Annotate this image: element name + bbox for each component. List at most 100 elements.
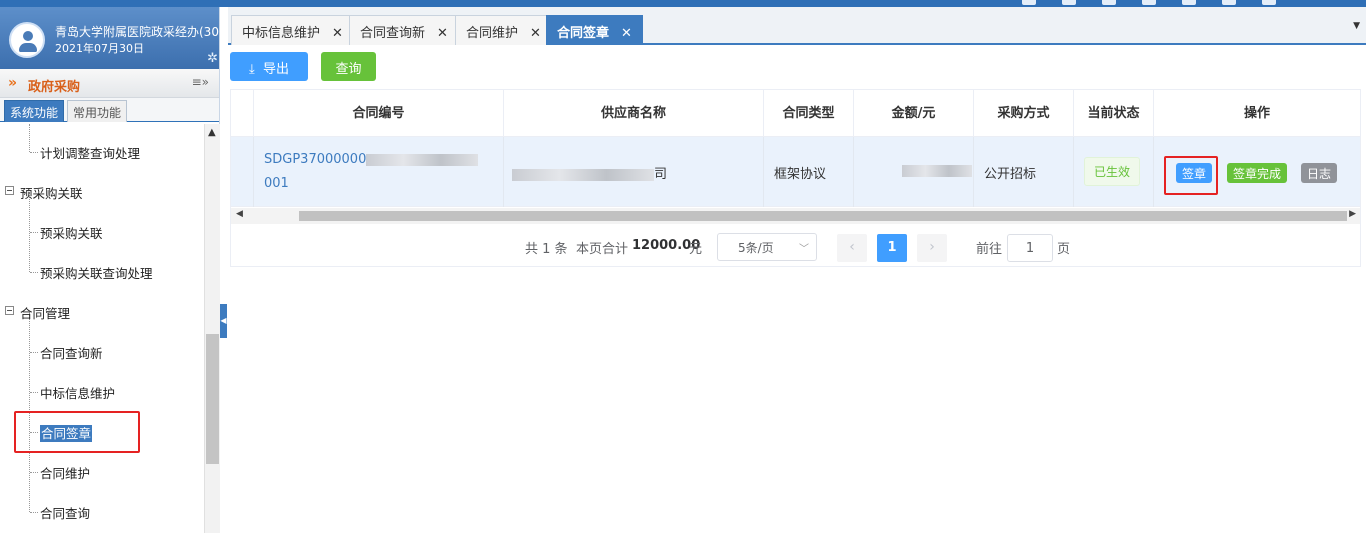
- contract-no: SDGP37000000: [264, 152, 367, 167]
- tab-label: 合同签章: [557, 26, 610, 41]
- tree-item-contract-query[interactable]: 合同查询: [40, 503, 90, 522]
- page-number-button[interactable]: 1: [877, 234, 907, 262]
- toolbar-icon[interactable]: [1102, 0, 1116, 5]
- tree-line: [30, 152, 38, 153]
- supplier-cell: 司: [504, 137, 764, 207]
- toolbar: ⤓ 导出 查询: [228, 45, 1366, 89]
- tab-label: 合同查询新: [360, 26, 426, 41]
- select-all-checkbox[interactable]: [231, 90, 254, 137]
- status-badge: 已生效: [1084, 157, 1141, 186]
- function-tree: 计划调整查询处理 预采购关联 预采购关联 预采购关联查询处理 合同管理 合同查询…: [0, 124, 205, 533]
- tree-item-plan-adjust[interactable]: 计划调整查询处理: [40, 143, 140, 162]
- collapse-sidebar-icon[interactable]: ◀: [220, 304, 227, 338]
- tree-item-pre-purchase-query[interactable]: 预采购关联查询处理: [40, 263, 153, 282]
- actions-cell: 签章 签章完成 日志: [1154, 137, 1360, 207]
- scroll-left-icon[interactable]: ◀: [236, 209, 243, 219]
- org-name: 青岛大学附属医院政采经办(300: [55, 25, 219, 39]
- toolbar-icon[interactable]: [1022, 0, 1036, 5]
- table-header: 合同编号 供应商名称 合同类型 金额/元 采购方式 当前状态 操作: [231, 90, 1360, 137]
- download-icon: ⤓: [248, 62, 255, 77]
- tree-line: [29, 124, 30, 152]
- purchase-method: 公开招标: [984, 167, 1037, 182]
- goto-unit: 页: [1057, 242, 1071, 257]
- user-avatar-icon: [9, 22, 45, 58]
- tree-item-pre-purchase[interactable]: 预采购关联: [40, 223, 103, 242]
- col-contract-no: 合同编号: [254, 90, 504, 137]
- query-button[interactable]: 查询: [321, 52, 376, 81]
- status-cell: 已生效: [1074, 137, 1154, 207]
- scrollbar-thumb[interactable]: [299, 211, 1347, 221]
- chevron-down-icon: ﹀: [799, 244, 809, 255]
- tree-item-contract-query-new[interactable]: 合同查询新: [40, 343, 103, 362]
- page-size-value: 5条/页: [738, 241, 774, 255]
- collapse-icon[interactable]: [5, 306, 14, 315]
- tab-common-functions[interactable]: 常用功能: [67, 100, 128, 122]
- export-button[interactable]: ⤓ 导出: [230, 52, 308, 81]
- col-supplier: 供应商名称: [504, 90, 764, 137]
- contract-type-cell: 框架协议: [764, 137, 854, 207]
- col-status: 当前状态: [1074, 90, 1154, 137]
- supplier-name-tail: 司: [654, 167, 668, 182]
- close-icon[interactable]: ✕: [437, 26, 448, 41]
- tab-label: 中标信息维护: [242, 26, 321, 41]
- redacted-text: [366, 153, 479, 166]
- next-page-button[interactable]: ›: [917, 234, 947, 262]
- tree-item-contract-maintain[interactable]: 合同维护: [40, 463, 90, 482]
- scroll-up-icon[interactable]: ▲: [208, 127, 216, 138]
- contract-table: 合同编号 供应商名称 合同类型 金额/元 采购方式 当前状态 操作 SDGP37…: [230, 89, 1361, 267]
- tree-line: [30, 232, 38, 233]
- contract-no-cell[interactable]: SDGP37000000 001: [254, 137, 504, 207]
- table-hscrollbar[interactable]: ◀ ▶: [231, 208, 1360, 224]
- tab-contract-seal[interactable]: 合同签章 ✕: [546, 15, 643, 45]
- total-count: 共 1 条: [525, 242, 568, 257]
- toolbar-icon[interactable]: [1142, 0, 1156, 5]
- toolbar-icon[interactable]: [1262, 0, 1276, 5]
- col-contract-type: 合同类型: [764, 90, 854, 137]
- page-sum-unit: 元: [689, 242, 703, 257]
- tree-group-contract[interactable]: 合同管理: [20, 303, 70, 322]
- tree-line: [30, 512, 38, 513]
- page-size-select[interactable]: 5条/页 ﹀: [717, 233, 817, 261]
- section-title: 政府采购: [28, 80, 81, 95]
- close-icon[interactable]: ✕: [332, 26, 343, 41]
- prev-page-button[interactable]: ‹: [837, 234, 867, 262]
- page-sum-label: 本页合计: [576, 242, 629, 257]
- table-row[interactable]: SDGP37000000 001 司 框架协议 公开招标 已生效 签章 签章完成: [231, 137, 1360, 207]
- tab-contract-maintain[interactable]: 合同维护 ✕: [455, 15, 552, 45]
- main-content: 中标信息维护 ✕ 合同查询新 ✕ 合同维护 ✕ 合同签章 ✕ ▼ ⤓ 导出 查询 合同编…: [228, 7, 1366, 533]
- login-date: 2021年07月30日: [55, 42, 144, 55]
- function-tabs: 系统功能 常用功能: [0, 98, 219, 122]
- col-actions: 操作: [1243, 106, 1270, 121]
- highlight-box: [14, 411, 140, 453]
- gear-icon[interactable]: ✲: [207, 51, 218, 66]
- user-panel: 青岛大学附属医院政采经办(300 2021年07月30日 ✲: [0, 7, 219, 69]
- toolbar-icon[interactable]: [1182, 0, 1196, 5]
- menu-toggle-icon[interactable]: ≡»: [192, 75, 209, 89]
- seal-complete-button[interactable]: 签章完成: [1227, 163, 1288, 183]
- col-amount: 金额/元: [854, 90, 974, 137]
- scroll-right-icon[interactable]: ▶: [1349, 209, 1356, 219]
- row-checkbox[interactable]: [231, 137, 254, 207]
- log-button[interactable]: 日志: [1301, 163, 1338, 183]
- goto-page-input[interactable]: 1: [1007, 234, 1053, 262]
- amount-cell: [854, 137, 974, 207]
- tab-dropdown-icon[interactable]: ▼: [1353, 21, 1360, 31]
- toolbar-icon[interactable]: [1222, 0, 1236, 5]
- tree-line: [30, 272, 38, 273]
- tab-contract-query-new[interactable]: 合同查询新 ✕: [349, 15, 459, 45]
- col-purchase-method: 采购方式: [974, 90, 1074, 137]
- sidebar-scrollbar[interactable]: ▲: [204, 124, 220, 533]
- close-icon[interactable]: ✕: [530, 26, 541, 41]
- tab-bid-info[interactable]: 中标信息维护 ✕: [231, 15, 354, 45]
- collapse-icon[interactable]: [5, 186, 14, 195]
- toolbar-icon[interactable]: [1062, 0, 1076, 5]
- section-header[interactable]: » 政府采购 ≡»: [0, 69, 219, 98]
- tree-group-pre-purchase[interactable]: 预采购关联: [20, 183, 83, 202]
- tab-system-functions[interactable]: 系统功能: [4, 100, 65, 122]
- export-label: 导出: [263, 62, 290, 77]
- close-icon[interactable]: ✕: [621, 26, 632, 41]
- scrollbar-thumb[interactable]: [206, 334, 219, 464]
- purchase-method-cell: 公开招标: [974, 137, 1074, 207]
- tree-item-bid-info[interactable]: 中标信息维护: [40, 383, 115, 402]
- highlight-box: [1164, 156, 1218, 195]
